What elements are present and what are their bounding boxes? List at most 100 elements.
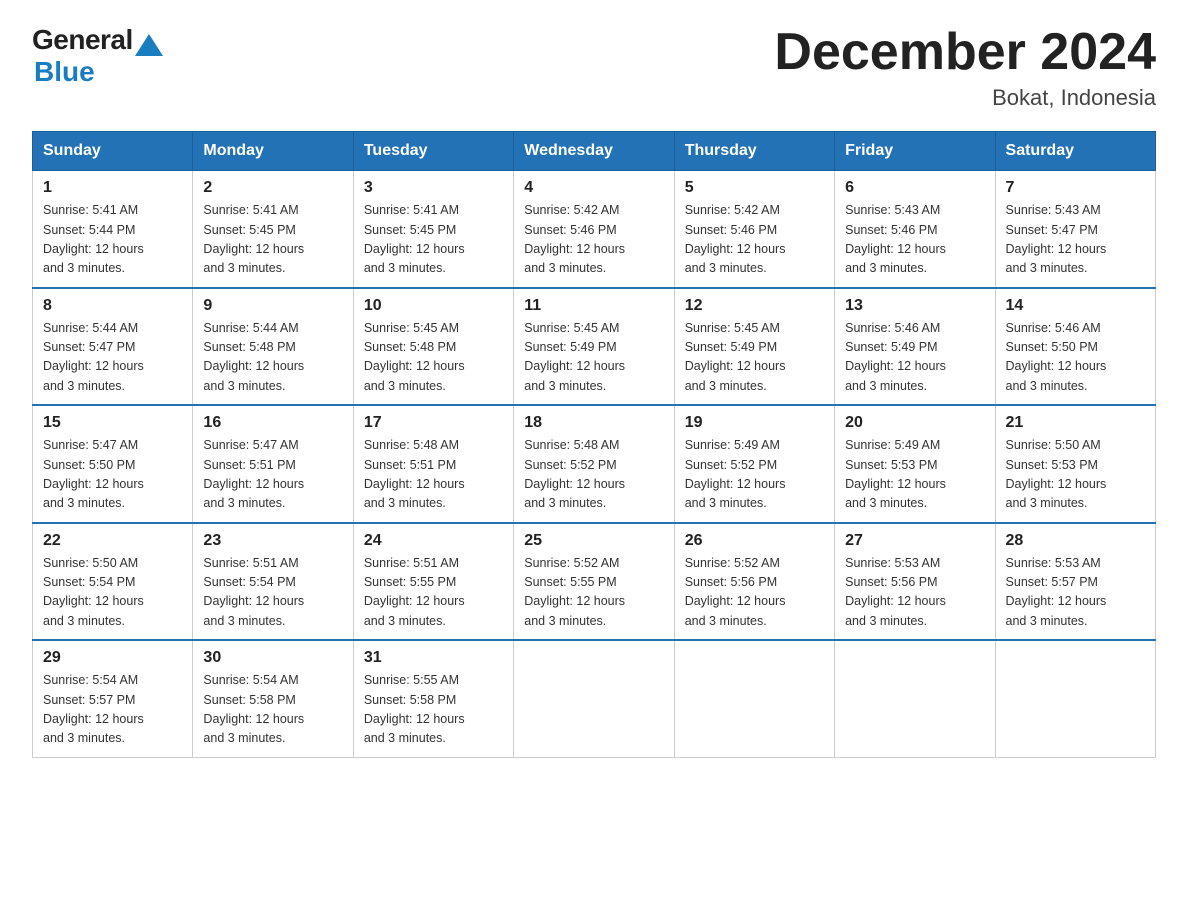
calendar-cell: 1 Sunrise: 5:41 AMSunset: 5:44 PMDayligh… [33, 171, 193, 288]
calendar-cell: 8 Sunrise: 5:44 AMSunset: 5:47 PMDayligh… [33, 288, 193, 406]
calendar-cell: 9 Sunrise: 5:44 AMSunset: 5:48 PMDayligh… [193, 288, 353, 406]
page-header: General Blue December 2024 Bokat, Indone… [32, 24, 1156, 111]
day-info: Sunrise: 5:45 AMSunset: 5:49 PMDaylight:… [524, 321, 625, 393]
day-info: Sunrise: 5:54 AMSunset: 5:58 PMDaylight:… [203, 673, 304, 745]
day-number: 18 [524, 414, 663, 432]
day-info: Sunrise: 5:46 AMSunset: 5:49 PMDaylight:… [845, 321, 946, 393]
day-info: Sunrise: 5:53 AMSunset: 5:56 PMDaylight:… [845, 556, 946, 628]
calendar-header-row: SundayMondayTuesdayWednesdayThursdayFrid… [33, 132, 1156, 171]
calendar-cell: 2 Sunrise: 5:41 AMSunset: 5:45 PMDayligh… [193, 171, 353, 288]
day-number: 19 [685, 414, 824, 432]
day-info: Sunrise: 5:44 AMSunset: 5:47 PMDaylight:… [43, 321, 144, 393]
calendar-cell: 16 Sunrise: 5:47 AMSunset: 5:51 PMDaylig… [193, 405, 353, 523]
day-number: 17 [364, 414, 503, 432]
day-header-saturday: Saturday [995, 132, 1155, 171]
calendar-week-row: 15 Sunrise: 5:47 AMSunset: 5:50 PMDaylig… [33, 405, 1156, 523]
day-number: 9 [203, 297, 342, 315]
day-info: Sunrise: 5:52 AMSunset: 5:55 PMDaylight:… [524, 556, 625, 628]
day-number: 10 [364, 297, 503, 315]
calendar-cell: 3 Sunrise: 5:41 AMSunset: 5:45 PMDayligh… [353, 171, 513, 288]
calendar-cell: 13 Sunrise: 5:46 AMSunset: 5:49 PMDaylig… [835, 288, 995, 406]
page-title: December 2024 [774, 24, 1156, 81]
day-info: Sunrise: 5:51 AMSunset: 5:55 PMDaylight:… [364, 556, 465, 628]
day-info: Sunrise: 5:47 AMSunset: 5:50 PMDaylight:… [43, 438, 144, 510]
day-number: 30 [203, 649, 342, 667]
calendar-cell: 18 Sunrise: 5:48 AMSunset: 5:52 PMDaylig… [514, 405, 674, 523]
calendar-table: SundayMondayTuesdayWednesdayThursdayFrid… [32, 131, 1156, 758]
calendar-cell: 20 Sunrise: 5:49 AMSunset: 5:53 PMDaylig… [835, 405, 995, 523]
calendar-cell: 17 Sunrise: 5:48 AMSunset: 5:51 PMDaylig… [353, 405, 513, 523]
calendar-cell: 31 Sunrise: 5:55 AMSunset: 5:58 PMDaylig… [353, 640, 513, 757]
calendar-cell: 4 Sunrise: 5:42 AMSunset: 5:46 PMDayligh… [514, 171, 674, 288]
day-info: Sunrise: 5:53 AMSunset: 5:57 PMDaylight:… [1006, 556, 1107, 628]
day-info: Sunrise: 5:48 AMSunset: 5:51 PMDaylight:… [364, 438, 465, 510]
day-number: 5 [685, 179, 824, 197]
day-info: Sunrise: 5:45 AMSunset: 5:48 PMDaylight:… [364, 321, 465, 393]
calendar-week-row: 29 Sunrise: 5:54 AMSunset: 5:57 PMDaylig… [33, 640, 1156, 757]
day-number: 7 [1006, 179, 1145, 197]
day-info: Sunrise: 5:52 AMSunset: 5:56 PMDaylight:… [685, 556, 786, 628]
calendar-cell [835, 640, 995, 757]
day-number: 1 [43, 179, 182, 197]
calendar-cell: 19 Sunrise: 5:49 AMSunset: 5:52 PMDaylig… [674, 405, 834, 523]
day-info: Sunrise: 5:47 AMSunset: 5:51 PMDaylight:… [203, 438, 304, 510]
calendar-cell [674, 640, 834, 757]
day-header-monday: Monday [193, 132, 353, 171]
day-number: 24 [364, 532, 503, 550]
logo-general-text: General [32, 24, 133, 56]
day-info: Sunrise: 5:42 AMSunset: 5:46 PMDaylight:… [685, 203, 786, 275]
day-number: 13 [845, 297, 984, 315]
calendar-cell: 21 Sunrise: 5:50 AMSunset: 5:53 PMDaylig… [995, 405, 1155, 523]
day-number: 8 [43, 297, 182, 315]
calendar-cell: 11 Sunrise: 5:45 AMSunset: 5:49 PMDaylig… [514, 288, 674, 406]
day-info: Sunrise: 5:48 AMSunset: 5:52 PMDaylight:… [524, 438, 625, 510]
day-info: Sunrise: 5:50 AMSunset: 5:53 PMDaylight:… [1006, 438, 1107, 510]
logo: General Blue [32, 24, 163, 88]
calendar-week-row: 22 Sunrise: 5:50 AMSunset: 5:54 PMDaylig… [33, 523, 1156, 641]
day-info: Sunrise: 5:44 AMSunset: 5:48 PMDaylight:… [203, 321, 304, 393]
day-info: Sunrise: 5:49 AMSunset: 5:53 PMDaylight:… [845, 438, 946, 510]
day-header-thursday: Thursday [674, 132, 834, 171]
day-number: 4 [524, 179, 663, 197]
calendar-cell [514, 640, 674, 757]
day-number: 29 [43, 649, 182, 667]
day-info: Sunrise: 5:46 AMSunset: 5:50 PMDaylight:… [1006, 321, 1107, 393]
calendar-cell: 23 Sunrise: 5:51 AMSunset: 5:54 PMDaylig… [193, 523, 353, 641]
day-info: Sunrise: 5:43 AMSunset: 5:46 PMDaylight:… [845, 203, 946, 275]
calendar-cell: 5 Sunrise: 5:42 AMSunset: 5:46 PMDayligh… [674, 171, 834, 288]
day-number: 25 [524, 532, 663, 550]
day-number: 27 [845, 532, 984, 550]
day-info: Sunrise: 5:51 AMSunset: 5:54 PMDaylight:… [203, 556, 304, 628]
calendar-week-row: 8 Sunrise: 5:44 AMSunset: 5:47 PMDayligh… [33, 288, 1156, 406]
logo-blue-text: Blue [34, 56, 95, 88]
calendar-cell: 30 Sunrise: 5:54 AMSunset: 5:58 PMDaylig… [193, 640, 353, 757]
day-number: 28 [1006, 532, 1145, 550]
day-info: Sunrise: 5:42 AMSunset: 5:46 PMDaylight:… [524, 203, 625, 275]
day-info: Sunrise: 5:50 AMSunset: 5:54 PMDaylight:… [43, 556, 144, 628]
day-header-friday: Friday [835, 132, 995, 171]
calendar-cell: 6 Sunrise: 5:43 AMSunset: 5:46 PMDayligh… [835, 171, 995, 288]
day-info: Sunrise: 5:41 AMSunset: 5:45 PMDaylight:… [364, 203, 465, 275]
day-info: Sunrise: 5:54 AMSunset: 5:57 PMDaylight:… [43, 673, 144, 745]
day-number: 14 [1006, 297, 1145, 315]
calendar-week-row: 1 Sunrise: 5:41 AMSunset: 5:44 PMDayligh… [33, 171, 1156, 288]
calendar-cell: 14 Sunrise: 5:46 AMSunset: 5:50 PMDaylig… [995, 288, 1155, 406]
day-number: 22 [43, 532, 182, 550]
calendar-cell: 25 Sunrise: 5:52 AMSunset: 5:55 PMDaylig… [514, 523, 674, 641]
calendar-cell: 24 Sunrise: 5:51 AMSunset: 5:55 PMDaylig… [353, 523, 513, 641]
logo-triangle-icon [135, 34, 163, 56]
calendar-cell: 26 Sunrise: 5:52 AMSunset: 5:56 PMDaylig… [674, 523, 834, 641]
day-number: 21 [1006, 414, 1145, 432]
day-number: 20 [845, 414, 984, 432]
calendar-cell: 10 Sunrise: 5:45 AMSunset: 5:48 PMDaylig… [353, 288, 513, 406]
day-number: 2 [203, 179, 342, 197]
calendar-cell: 29 Sunrise: 5:54 AMSunset: 5:57 PMDaylig… [33, 640, 193, 757]
title-block: December 2024 Bokat, Indonesia [774, 24, 1156, 111]
calendar-cell: 15 Sunrise: 5:47 AMSunset: 5:50 PMDaylig… [33, 405, 193, 523]
day-info: Sunrise: 5:43 AMSunset: 5:47 PMDaylight:… [1006, 203, 1107, 275]
calendar-cell: 7 Sunrise: 5:43 AMSunset: 5:47 PMDayligh… [995, 171, 1155, 288]
calendar-cell: 28 Sunrise: 5:53 AMSunset: 5:57 PMDaylig… [995, 523, 1155, 641]
day-header-tuesday: Tuesday [353, 132, 513, 171]
day-number: 6 [845, 179, 984, 197]
day-info: Sunrise: 5:41 AMSunset: 5:45 PMDaylight:… [203, 203, 304, 275]
